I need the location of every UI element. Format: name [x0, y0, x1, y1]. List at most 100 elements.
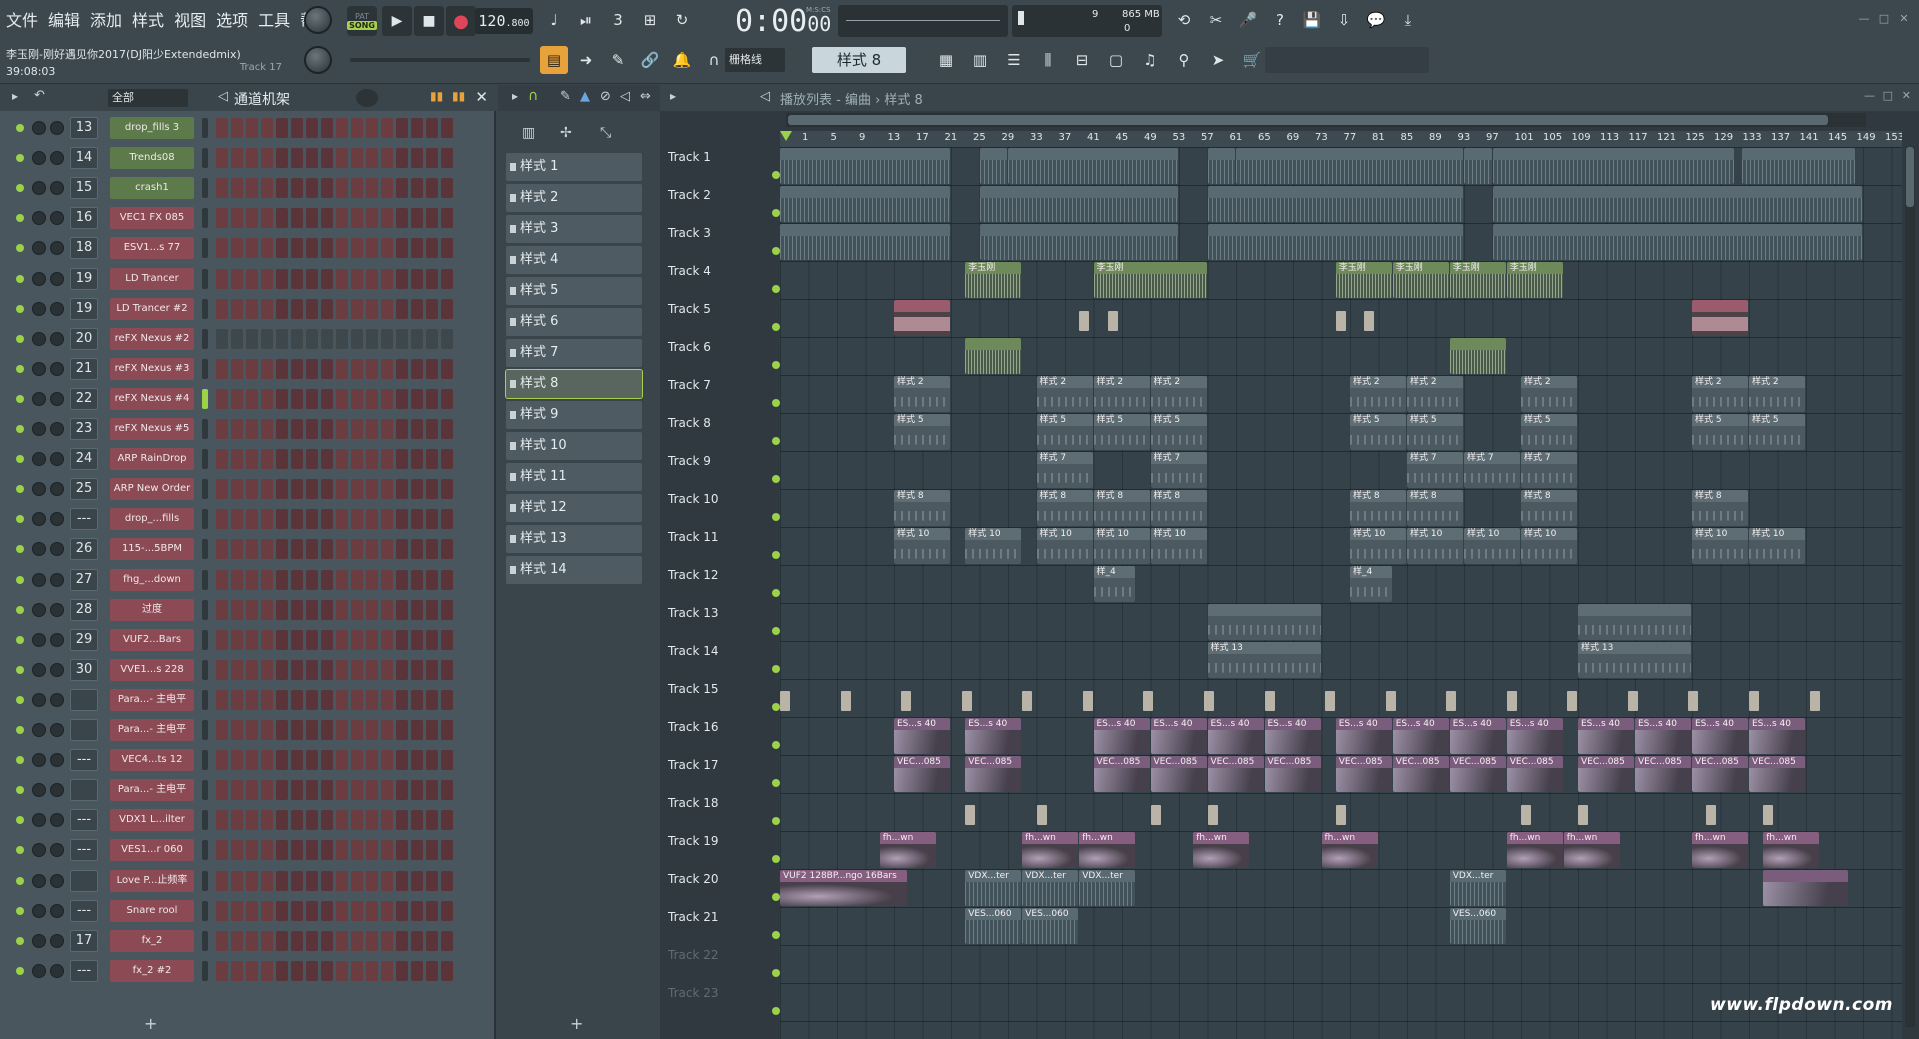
channel-row[interactable]: 22 reFX Nexus #4 — [4, 386, 490, 412]
step-button[interactable] — [411, 118, 423, 138]
add-channel-button[interactable]: + — [144, 1014, 157, 1033]
step-button[interactable] — [441, 298, 453, 319]
record-button[interactable]: ● — [446, 6, 476, 36]
channel-select[interactable] — [202, 208, 208, 229]
step-button[interactable] — [246, 569, 258, 590]
playlist-clip[interactable]: 样式 10 — [1150, 528, 1207, 564]
step-button[interactable] — [246, 599, 258, 620]
automation-icon[interactable]: ⤡ — [600, 125, 611, 141]
arrangement-grid[interactable]: 李玉刚 李玉刚 李玉刚 李玉刚 李玉刚 李玉刚 样式 2 样式 2 样式 2 样式 2 样式 2 样式… — [780, 147, 1902, 1039]
step-button[interactable] — [381, 449, 393, 470]
step-button[interactable] — [231, 238, 243, 259]
clip-marker[interactable] — [1446, 691, 1457, 711]
step-button[interactable] — [411, 268, 423, 289]
track-enable-led[interactable] — [772, 475, 780, 483]
channel-name-button[interactable]: VVE1...s 228 — [110, 658, 194, 681]
track-enable-led[interactable] — [772, 627, 780, 635]
step-button[interactable] — [366, 328, 378, 349]
clip-marker[interactable] — [840, 691, 851, 711]
step-button[interactable] — [246, 509, 258, 530]
channel-volume-knob[interactable] — [50, 813, 64, 828]
step-button[interactable] — [291, 509, 303, 530]
step-button[interactable] — [306, 870, 318, 891]
step-button[interactable] — [321, 388, 333, 409]
playlist-clip[interactable]: VEC...085 — [1264, 756, 1321, 792]
channel-mixer-track[interactable]: 23 — [70, 418, 98, 440]
step-button[interactable] — [231, 388, 243, 409]
playlist-clip[interactable] — [1207, 604, 1321, 640]
step-button[interactable] — [216, 930, 228, 951]
channel-volume-knob[interactable] — [50, 452, 64, 467]
channel-row[interactable]: Para...- 主电平 — [4, 777, 490, 803]
channel-volume-knob[interactable] — [50, 422, 64, 436]
step-button[interactable] — [246, 268, 258, 289]
step-button[interactable] — [216, 840, 228, 861]
step-button[interactable] — [366, 148, 378, 169]
track-enable-led[interactable] — [772, 361, 780, 369]
mixer-icon[interactable]: ⫼ — [1034, 46, 1062, 74]
step-button[interactable] — [261, 750, 273, 771]
track-header[interactable]: Track 19 — [666, 831, 780, 869]
channel-name-button[interactable]: reFX Nexus #2 — [110, 327, 194, 350]
menu-item[interactable]: 工具 — [256, 8, 292, 34]
step-button[interactable] — [336, 900, 348, 921]
step-button[interactable] — [351, 750, 363, 771]
clip-marker[interactable] — [1749, 691, 1759, 711]
step-button[interactable] — [366, 870, 378, 891]
channel-volume-knob[interactable] — [50, 241, 64, 256]
step-button[interactable] — [261, 689, 273, 710]
step-button[interactable] — [216, 419, 228, 439]
pattern-item[interactable]: 样式 8 — [505, 369, 643, 399]
channel-mixer-track[interactable]: 17 — [70, 929, 98, 952]
step-button[interactable] — [291, 659, 303, 680]
step-button[interactable] — [276, 388, 288, 409]
playlist-clip[interactable]: 样_4 — [1093, 566, 1136, 602]
step-button[interactable] — [411, 960, 423, 981]
step-button[interactable] — [381, 870, 393, 891]
playlist-clip[interactable]: 样式 5 — [1350, 414, 1406, 450]
step-button[interactable] — [321, 750, 333, 771]
channel-mixer-track[interactable]: 19 — [70, 297, 98, 320]
step-button[interactable] — [426, 900, 438, 921]
channel-select[interactable] — [202, 268, 208, 289]
step-button[interactable] — [411, 780, 423, 801]
arrow-icon[interactable]: ➜ — [572, 46, 600, 74]
channel-row[interactable]: --- drop_...fills — [4, 506, 490, 532]
step-button[interactable] — [246, 178, 258, 199]
step-button[interactable] — [441, 539, 453, 560]
step-button[interactable] — [441, 780, 453, 801]
step-sequencer-icon[interactable]: ▥ — [966, 46, 994, 74]
step-button[interactable] — [396, 268, 408, 289]
step-button[interactable] — [306, 419, 318, 439]
pattern-item[interactable]: 样式 4 — [506, 246, 642, 274]
step-button[interactable] — [426, 750, 438, 771]
playlist-clip[interactable]: ES...s 40 — [1635, 718, 1691, 754]
playlist-clip[interactable] — [1741, 148, 1855, 184]
playlist-clip[interactable]: 样式 2 — [1093, 376, 1150, 412]
channel-name-button[interactable]: reFX Nexus #3 — [110, 357, 194, 380]
playlist-clip[interactable]: VUF2 128BP...ngo 16Bars — [780, 870, 908, 906]
playlist-clip[interactable]: 样式 10 — [1464, 528, 1520, 564]
channel-volume-knob[interactable] — [50, 692, 64, 707]
channel-volume-knob[interactable] — [50, 121, 64, 135]
step-button[interactable] — [276, 328, 288, 349]
step-button[interactable] — [336, 479, 348, 500]
help-icon[interactable]: ? — [1266, 6, 1294, 34]
channel-name-button[interactable]: fx_2 — [110, 929, 194, 952]
step-button[interactable] — [261, 238, 273, 259]
step-button[interactable] — [231, 960, 243, 981]
step-button[interactable] — [396, 599, 408, 620]
step-button[interactable] — [411, 208, 423, 229]
channel-name-button[interactable]: LD Trancer — [110, 267, 194, 290]
step-button[interactable] — [321, 358, 333, 379]
channel-row[interactable]: Para...- 主电平 — [4, 687, 490, 713]
channel-pan-knob[interactable] — [32, 963, 46, 978]
step-button[interactable] — [366, 569, 378, 590]
channel-volume-knob[interactable] — [50, 632, 64, 647]
channel-pan-knob[interactable] — [32, 542, 46, 557]
channel-mute-led[interactable] — [16, 455, 24, 464]
playlist-clip[interactable]: ES...s 40 — [965, 718, 1022, 754]
step-button[interactable] — [366, 298, 378, 319]
step-button[interactable] — [441, 629, 453, 650]
step-button[interactable] — [366, 208, 378, 229]
